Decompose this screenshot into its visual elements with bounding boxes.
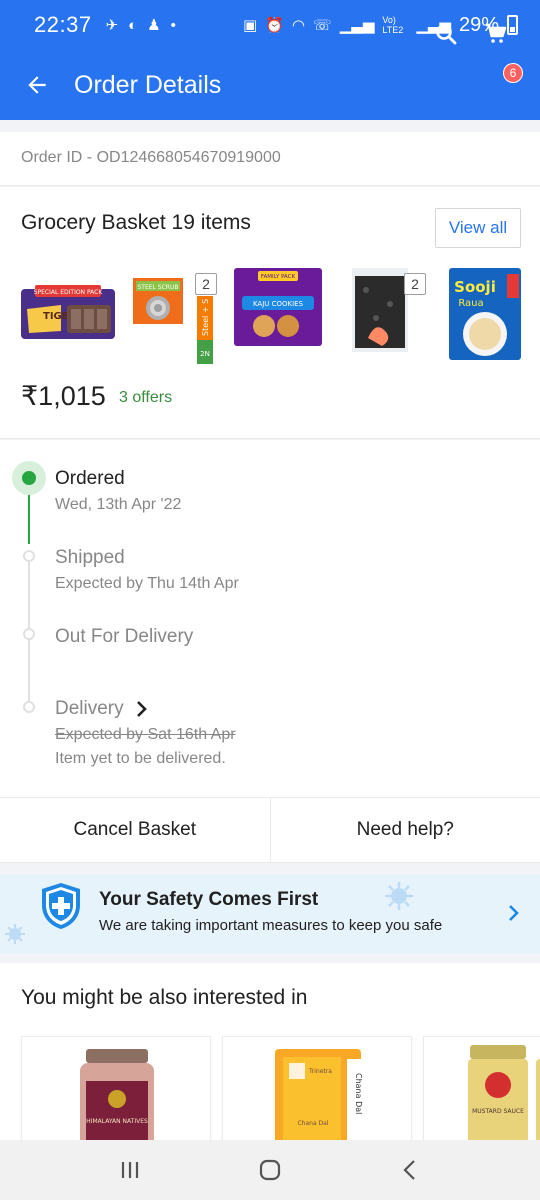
step-ordered-title: Ordered xyxy=(55,468,125,489)
call-icon: ☏ xyxy=(312,17,332,34)
step-shipped-dot xyxy=(23,550,35,562)
reco-jar-label: HIMALAYAN NATIVES xyxy=(86,1118,148,1125)
sim-icon: ▣ xyxy=(243,17,258,34)
product-thumb-steel-s[interactable]: 2N Steel + S xyxy=(197,296,213,364)
cancel-basket-button[interactable]: Cancel Basket xyxy=(0,798,270,862)
order-actions: Cancel Basket Need help? xyxy=(0,797,540,863)
reco-dal-brand: Trinetra xyxy=(308,1068,332,1075)
recent-apps-icon xyxy=(121,1162,139,1178)
status-notification-icons: ✈ ◐ ♟ • xyxy=(105,16,176,35)
chevron-right-icon[interactable] xyxy=(134,699,150,724)
game-icon: ◐ xyxy=(128,16,138,34)
product-qty-badge-scrub: 2 xyxy=(195,273,217,295)
cart-button[interactable] xyxy=(476,14,516,54)
page-title: Order Details xyxy=(74,70,222,99)
app-bar: Order Details xyxy=(0,50,540,120)
recent-apps-button[interactable] xyxy=(100,1150,160,1190)
system-navigation-bar xyxy=(0,1140,540,1200)
wifi-icon: ◠ xyxy=(291,17,305,34)
recommendation-card[interactable]: HIMALAYAN NATIVES xyxy=(21,1036,211,1146)
product-qty-badge-spice: 2 xyxy=(404,273,426,295)
search-button[interactable] xyxy=(426,14,466,54)
reco-dal-label: Chana Dal xyxy=(354,1073,363,1114)
home-icon xyxy=(259,1159,281,1181)
basket-title: Grocery Basket 19 items xyxy=(21,211,251,234)
recommendation-card[interactable]: MUSTARD SAUCE xyxy=(423,1036,540,1146)
safety-title: Your Safety Comes First xyxy=(99,889,319,910)
step-delivery-expected: Expected by Sat 16th Apr xyxy=(55,726,236,743)
step-shipped-title: Shipped xyxy=(55,547,125,568)
reco-dal-label-front: Chana Dal xyxy=(297,1120,328,1127)
steel-s-sub: 2N xyxy=(200,350,210,358)
basket-offers-link[interactable]: 3 offers xyxy=(119,389,172,407)
ticket-icon: ✈ xyxy=(105,17,119,34)
steel-s-label: Steel + S xyxy=(201,299,210,336)
kaju-badge-text: FAMILY PACK xyxy=(261,274,296,280)
virus-decoration-icon xyxy=(5,924,25,944)
product-thumb-kaju-cookies[interactable]: FAMILY PACK KAJU COOKIES xyxy=(234,268,322,346)
signal-icon: ▁▃▅ xyxy=(339,17,375,34)
order-id-card: Order ID - OD124668054670919000 xyxy=(0,132,540,186)
step-out-for-delivery-dot xyxy=(23,628,35,640)
product-thumb-steel-scrub[interactable]: STEEL SCRUB xyxy=(133,278,185,324)
need-help-button[interactable]: Need help? xyxy=(269,798,540,862)
cart-icon xyxy=(486,23,507,43)
shield-icon xyxy=(42,883,80,929)
tiger-badge-text: SPECIAL EDITION PACK xyxy=(34,289,104,296)
step-ordered-dot xyxy=(22,471,36,485)
step-shipped-date: Expected by Thu 14th Apr xyxy=(55,575,239,592)
status-time: 22:37 xyxy=(34,12,92,37)
recommendations-title: You might be also interested in xyxy=(21,986,308,1009)
kaju-label: KAJU COOKIES xyxy=(253,300,304,308)
scrub-label: STEEL SCRUB xyxy=(138,284,179,291)
product-thumb-sooji[interactable]: Sooji Raua xyxy=(449,268,521,360)
back-button[interactable] xyxy=(0,50,74,120)
recommendation-card[interactable]: Trinetra Chana Dal Chana Dal xyxy=(222,1036,412,1146)
cart-count-badge: 6 xyxy=(503,63,523,83)
chevron-left-icon xyxy=(403,1160,415,1180)
reco-sauce-label: MUSTARD SAUCE xyxy=(472,1108,524,1115)
person-icon: ♟ xyxy=(147,17,161,34)
view-all-button[interactable]: View all xyxy=(435,208,521,248)
sooji-sub: Raua xyxy=(458,298,483,309)
safety-banner[interactable] xyxy=(0,875,540,953)
dot-icon: • xyxy=(170,16,176,34)
product-thumb-tiger[interactable]: SPECIAL EDITION PACK TIGER xyxy=(21,283,115,343)
step-ordered-date: Wed, 13th Apr '22 xyxy=(55,496,182,513)
safety-subtitle: We are taking important measures to keep… xyxy=(99,917,443,934)
sooji-label: Sooji xyxy=(454,278,496,296)
back-arrow-icon xyxy=(28,76,46,94)
virus-decoration-icon-2 xyxy=(385,882,413,910)
home-button[interactable] xyxy=(240,1150,300,1190)
step-delivery-title[interactable]: Delivery xyxy=(55,698,124,720)
step-out-for-delivery-title: Out For Delivery xyxy=(55,626,194,647)
chevron-right-icon[interactable] xyxy=(508,904,520,922)
step-delivery-dot xyxy=(23,701,35,713)
order-id-text: Order ID - OD124668054670919000 xyxy=(21,149,281,166)
alarm-icon: ⏰ xyxy=(265,17,284,34)
network-label: Vo) LTE2 xyxy=(382,15,404,35)
basket-price: ₹1,015 xyxy=(21,381,106,411)
step-delivery-note: Item yet to be delivered. xyxy=(55,750,226,767)
system-back-button[interactable] xyxy=(380,1150,440,1190)
search-icon xyxy=(436,24,457,45)
